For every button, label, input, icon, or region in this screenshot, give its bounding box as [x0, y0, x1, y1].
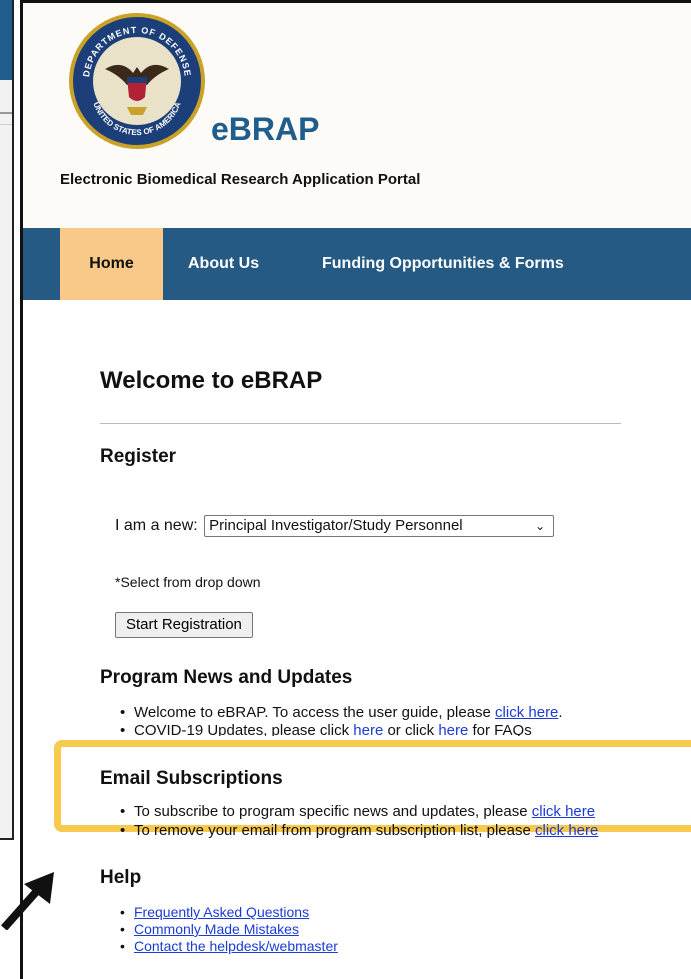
email-item-text: To subscribe to program specific news an… — [134, 803, 532, 820]
help-list: • Frequently Asked Questions • Commonly … — [100, 904, 338, 955]
list-item: • Frequently Asked Questions — [100, 904, 338, 921]
email-item-text: To remove your email from program subscr… — [134, 822, 535, 839]
bullet: • — [120, 822, 126, 839]
covid-updates-link[interactable]: here — [353, 722, 383, 736]
background-window — [0, 0, 14, 840]
list-item: • To subscribe to program specific news … — [100, 802, 598, 821]
browser-page: DEPARTMENT OF DEFENSE UNITED STATES OF A… — [20, 0, 691, 979]
main-navigation: Home About Us Funding Opportunities & Fo… — [23, 228, 691, 300]
news-item-text: Welcome to eBRAP. To access the user gui… — [134, 704, 496, 721]
list-item: • To remove your email from program subs… — [100, 821, 598, 840]
nav-funding-opportunities[interactable]: Funding Opportunities & Forms — [322, 228, 564, 300]
helpdesk-link[interactable]: Contact the helpdesk/webmaster — [134, 938, 338, 954]
arrow-icon — [1, 872, 54, 930]
nav-home[interactable]: Home — [60, 228, 163, 300]
bullet: • — [120, 921, 125, 937]
bullet: • — [120, 904, 125, 920]
site-tagline: Electronic Biomedical Research Applicati… — [60, 171, 421, 188]
news-heading: Program News and Updates — [100, 667, 353, 688]
select-hint: *Select from drop down — [115, 574, 261, 590]
list-item: • Contact the helpdesk/webmaster — [100, 938, 338, 955]
news-list: • Welcome to eBRAP. To access the user g… — [100, 704, 563, 736]
email-subscriptions-heading: Email Subscriptions — [100, 768, 283, 789]
news-item-end: . — [558, 704, 563, 721]
role-row: I am a new: Principal Investigator/Study… — [115, 515, 555, 537]
page-title: Welcome to eBRAP — [100, 367, 323, 394]
news-item-text: COVID-19 Updates, please click — [134, 722, 354, 736]
chevron-down-icon: ⌄ — [535, 519, 546, 533]
list-item: • Welcome to eBRAP. To access the user g… — [100, 704, 563, 722]
bullet: • — [120, 722, 126, 736]
common-mistakes-link[interactable]: Commonly Made Mistakes — [134, 921, 299, 937]
faq-link[interactable]: Frequently Asked Questions — [134, 904, 309, 920]
subscribe-link[interactable]: click here — [532, 803, 595, 820]
dod-seal-icon: DEPARTMENT OF DEFENSE UNITED STATES OF A… — [69, 13, 205, 149]
register-heading: Register — [100, 446, 177, 467]
bullet: • — [120, 803, 126, 820]
role-selected-value: Principal Investigator/Study Personnel — [209, 517, 463, 534]
site-logo-text[interactable]: eBRAP — [211, 111, 319, 148]
user-guide-link[interactable]: click here — [495, 704, 558, 721]
list-item: • Commonly Made Mistakes — [100, 921, 338, 938]
bullet: • — [120, 938, 125, 954]
site-header: DEPARTMENT OF DEFENSE UNITED STATES OF A… — [23, 3, 691, 228]
news-item-end: for FAQs — [468, 722, 532, 736]
background-window-divider — [0, 124, 12, 125]
unsubscribe-link[interactable]: click here — [535, 822, 598, 839]
news-item-mid: or click — [383, 722, 439, 736]
role-select[interactable]: Principal Investigator/Study Personnel ⌄ — [204, 515, 555, 537]
email-list: • To subscribe to program specific news … — [100, 802, 598, 840]
covid-faq-link[interactable]: here — [438, 722, 468, 736]
title-divider — [100, 423, 621, 424]
role-label: I am a new: — [115, 517, 198, 535]
background-window-divider — [0, 112, 12, 114]
help-heading: Help — [100, 867, 142, 888]
nav-about-us[interactable]: About Us — [188, 228, 259, 300]
list-item: • COVID-19 Updates, please click here or… — [100, 722, 563, 736]
bullet: • — [120, 704, 126, 721]
start-registration-button[interactable]: Start Registration — [115, 612, 253, 638]
background-window-title-bar — [0, 0, 12, 80]
